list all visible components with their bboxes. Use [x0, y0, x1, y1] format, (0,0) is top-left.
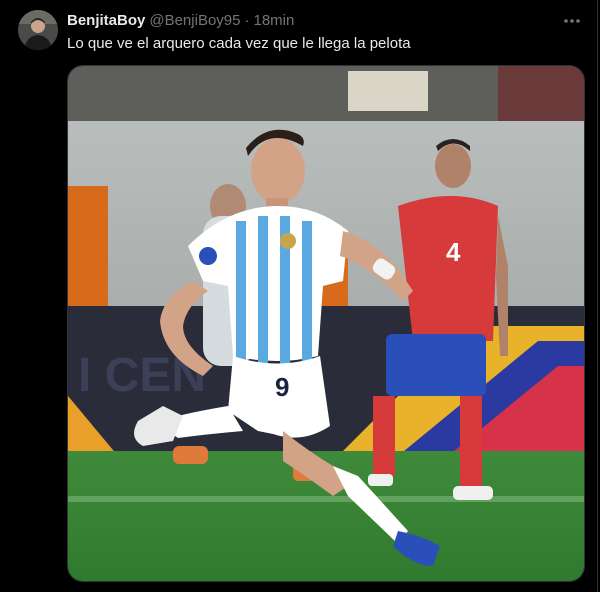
post-header: BenjitaBoy @BenjiBoy95 · 18min [67, 12, 557, 30]
user-avatar[interactable] [18, 10, 58, 50]
avatar-image [18, 10, 58, 50]
svg-text:9: 9 [275, 372, 289, 402]
tweet-post[interactable]: BenjitaBoy @BenjiBoy95 · 18min Lo que ve… [0, 0, 598, 592]
svg-text:4: 4 [446, 237, 461, 267]
soccer-celebration-photo: I CEN 4 9 [68, 66, 584, 581]
more-options-button[interactable] [561, 12, 583, 30]
tweet-media-photo[interactable]: I CEN 4 9 [67, 65, 585, 582]
separator-dot: · [244, 12, 250, 29]
tweet-text: Lo que ve el arquero cada vez que le lle… [67, 35, 411, 52]
author-handle[interactable]: @BenjiBoy95 [149, 12, 240, 30]
author-display-name[interactable]: BenjitaBoy [67, 12, 145, 30]
post-timestamp[interactable]: 18min [253, 12, 294, 30]
more-horizontal-icon [564, 19, 580, 23]
